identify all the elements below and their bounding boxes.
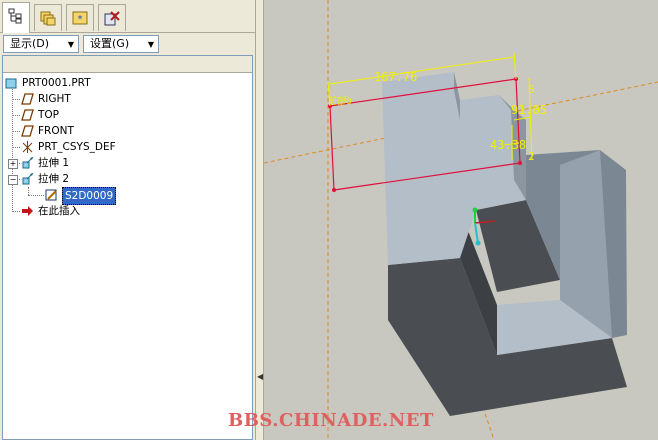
tree-item-label: FRONT bbox=[38, 125, 74, 137]
expand-icon[interactable]: + bbox=[8, 159, 18, 169]
dimension-right-text[interactable]: 91.05 bbox=[511, 103, 547, 117]
model-tree[interactable]: PRT0001.PRT RIGHT TOP FRONT PRT_CSYS_DEF… bbox=[2, 55, 253, 440]
dimension-width-text[interactable]: 167.76 bbox=[374, 70, 417, 84]
model-tree-header bbox=[3, 56, 252, 73]
tree-item-label: TOP bbox=[38, 109, 60, 121]
dimension-height-text[interactable]: 6 bbox=[528, 83, 535, 96]
tree-connector bbox=[12, 131, 20, 132]
sketch-vertex bbox=[332, 188, 336, 192]
sketch-vertex bbox=[518, 161, 522, 165]
navigator-panel: * 显示(D) ▼ 设置(G) ▼ PRT0001.PRT RIGHT TOP … bbox=[0, 0, 255, 440]
sketch-icon bbox=[45, 189, 57, 201]
collapse-panel-icon[interactable]: ◀ bbox=[257, 372, 263, 381]
navigator-toolbar: 显示(D) ▼ 设置(G) ▼ bbox=[0, 33, 255, 55]
folder-browser-icon bbox=[40, 11, 56, 26]
favorites-icon: * bbox=[72, 11, 88, 25]
tree-connector bbox=[28, 195, 44, 196]
dimension-height-text[interactable]: 2 bbox=[528, 150, 535, 163]
dimension-inner-text[interactable]: 43.38 bbox=[490, 138, 526, 152]
display-menu-label: 显示(D) bbox=[10, 37, 50, 50]
part-icon bbox=[5, 78, 17, 89]
model-graphics: 167.76 91.05 43.38 6 2 前部0 bbox=[264, 0, 658, 440]
tree-connector bbox=[12, 115, 20, 116]
watermark-text: BBS.CHINADE.NET bbox=[228, 410, 434, 431]
tree-connector bbox=[12, 99, 20, 100]
model-tree-tab[interactable] bbox=[2, 2, 30, 33]
insert-here-arrow-icon bbox=[22, 206, 33, 216]
tree-item-label: PRT_CSYS_DEF bbox=[38, 141, 116, 153]
chevron-down-icon: ▼ bbox=[67, 40, 74, 49]
panel-splitter[interactable]: ◀ bbox=[255, 0, 264, 440]
datum-plane-icon bbox=[21, 93, 34, 105]
tree-item-label: RIGHT bbox=[38, 93, 71, 105]
favorites-tab[interactable]: * bbox=[66, 4, 94, 31]
tree-root-label: PRT0001.PRT bbox=[22, 77, 91, 89]
sketch-plane-label: 前部0 bbox=[328, 95, 352, 107]
tree-connector bbox=[12, 147, 20, 148]
csys-z-axis bbox=[474, 222, 479, 244]
coordinate-system-icon bbox=[22, 141, 33, 153]
tree-connector bbox=[12, 89, 13, 212]
connections-tab[interactable] bbox=[98, 4, 126, 31]
tree-item-label: 拉伸 1 bbox=[38, 157, 70, 169]
extrude-icon bbox=[22, 173, 34, 185]
settings-menu-button[interactable]: 设置(G) ▼ bbox=[83, 35, 159, 53]
csys-y-tip bbox=[472, 207, 478, 213]
settings-menu-label: 设置(G) bbox=[90, 37, 130, 50]
tree-connector bbox=[28, 187, 29, 195]
connections-icon bbox=[104, 11, 120, 26]
csys-z-tip bbox=[475, 240, 481, 246]
folder-browser-tab[interactable] bbox=[34, 4, 62, 31]
collapse-icon[interactable]: − bbox=[8, 175, 18, 185]
tree-connector bbox=[12, 211, 20, 212]
graphics-viewport[interactable]: 167.76 91.05 43.38 6 2 前部0 bbox=[264, 0, 658, 440]
datum-plane-icon bbox=[21, 109, 34, 121]
navigator-tab-bar: * bbox=[0, 0, 255, 33]
model-tree-icon bbox=[8, 8, 22, 24]
extrude-icon bbox=[22, 157, 34, 169]
tree-item-label: 在此插入 bbox=[38, 205, 80, 217]
tree-item-label: 拉伸 2 bbox=[38, 173, 70, 185]
chevron-down-icon: ▼ bbox=[147, 40, 154, 49]
datum-plane-icon bbox=[21, 125, 34, 137]
svg-text:*: * bbox=[78, 14, 83, 25]
dimension-extension-line bbox=[513, 52, 517, 80]
display-menu-button[interactable]: 显示(D) ▼ bbox=[3, 35, 79, 53]
